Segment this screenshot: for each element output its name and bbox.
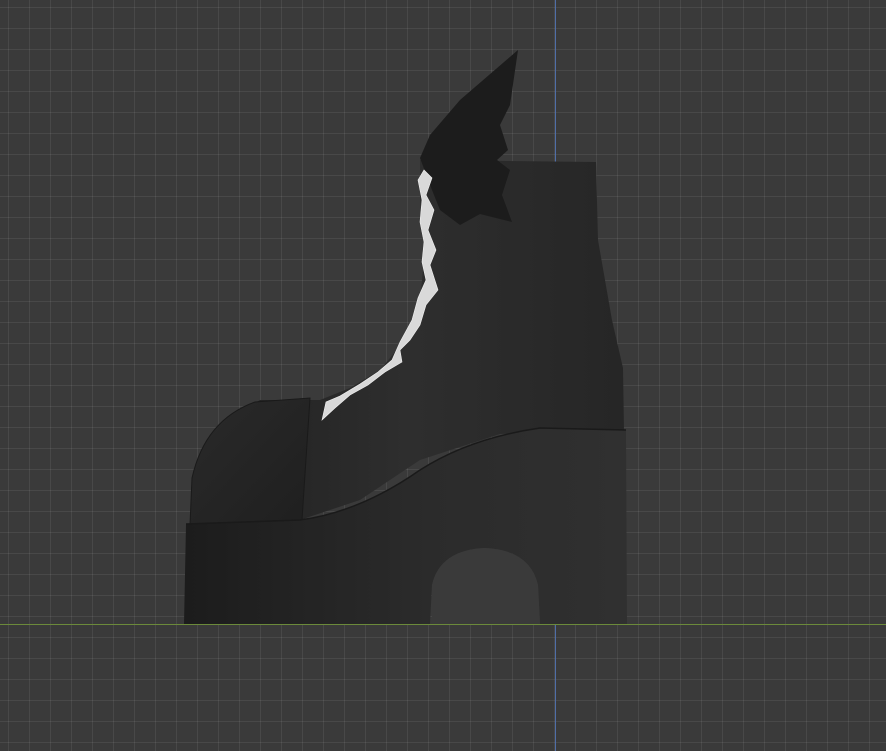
boot-model[interactable] (0, 0, 886, 751)
boot-toe-cap (189, 397, 311, 526)
3d-viewport[interactable] (0, 0, 886, 751)
